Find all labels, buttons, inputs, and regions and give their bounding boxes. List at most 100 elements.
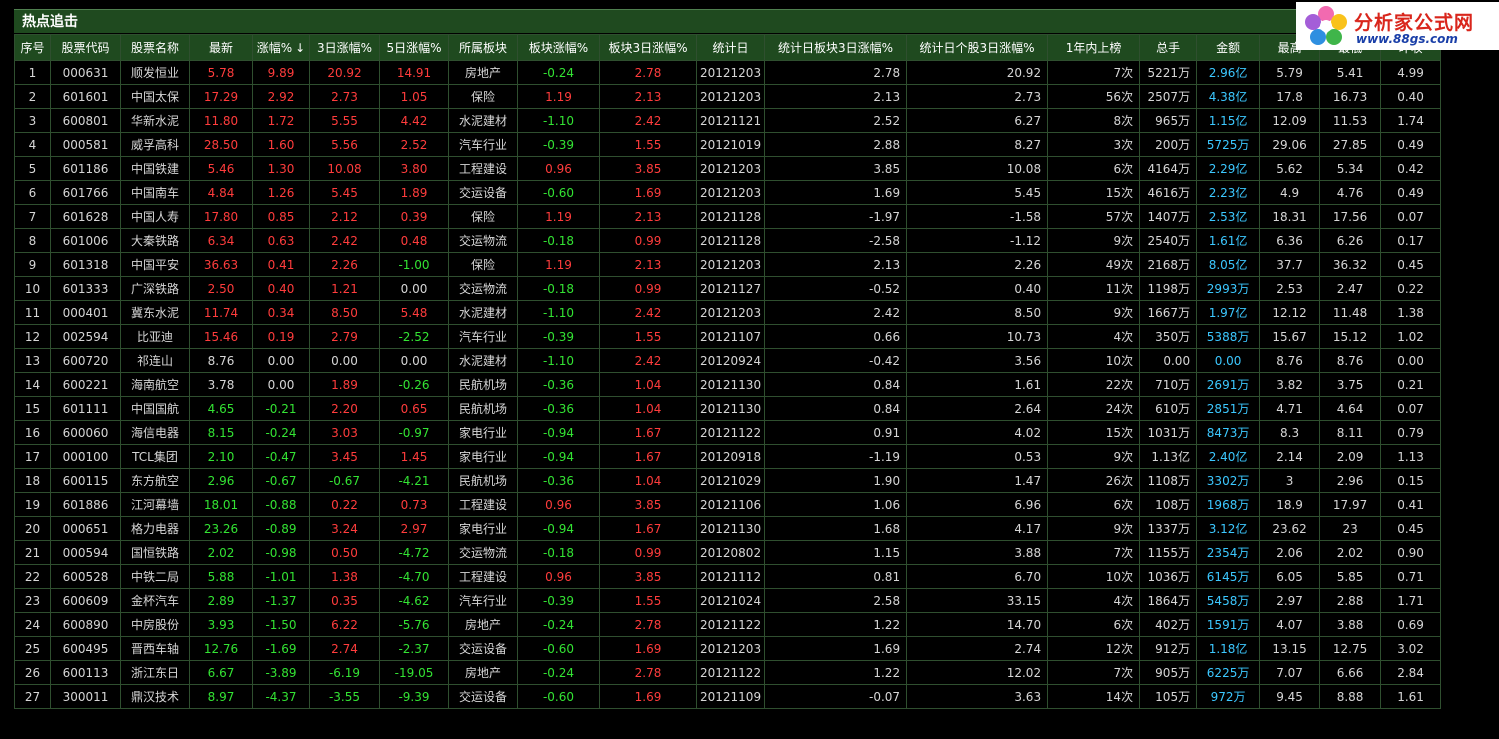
table-row[interactable]: 8 601006 大秦铁路 6.34 0.63 2.42 0.48 交运物流 -0.18 0.99… [14, 228, 1442, 253]
table-cell: 20121203 [695, 300, 766, 325]
table-cell: 2.20 [309, 396, 380, 421]
column-header-2[interactable]: 股票名称 [120, 34, 190, 61]
table-row[interactable]: 3 600801 华新水泥 11.80 1.72 5.55 4.42 水泥建材 -1.10 2.4… [14, 108, 1442, 133]
column-header-label: 金额 [1216, 41, 1241, 55]
table-cell: 2.12 [309, 204, 380, 229]
column-header-3[interactable]: 最新 [189, 34, 253, 61]
column-header-4[interactable]: 涨幅% ↓ [252, 34, 310, 61]
table-row[interactable]: 18 600115 东方航空 2.96 -0.67 -0.67 -4.21 民航机场 -0.36… [14, 468, 1442, 493]
table-cell: 12.02 [906, 660, 1049, 685]
table-row[interactable]: 7 601628 中国人寿 17.80 0.85 2.12 0.39 保险 1.19 2.13 20… [14, 204, 1442, 229]
table-row[interactable]: 23 600609 金杯汽车 2.89 -1.37 0.35 -4.62 汽车行业 -0.39 1… [14, 588, 1442, 613]
table-row[interactable]: 4 000581 威孚高科 28.50 1.60 5.56 2.52 汽车行业 -0.39 1.5… [14, 132, 1442, 157]
table-body: 1 000631 顺发恒业 5.78 9.89 20.92 14.91 房地产 -0.24 2.7… [14, 60, 1442, 709]
column-header-15[interactable]: 金额 [1196, 34, 1261, 61]
table-row[interactable]: 15 601111 中国国航 4.65 -0.21 2.20 0.65 民航机场 -0.36 1.… [14, 396, 1442, 421]
column-header-13[interactable]: 1年内上榜 [1047, 34, 1141, 61]
column-header-0[interactable]: 序号 [14, 34, 51, 61]
table-cell: 22次 [1047, 372, 1141, 397]
table-cell: 1.61 [1380, 684, 1442, 709]
table-cell: 1.72 [252, 108, 310, 133]
table-row[interactable]: 20 000651 格力电器 23.26 -0.89 3.24 2.97 家电行业 -0.94 1… [14, 516, 1442, 541]
column-header-label: 1年内上榜 [1065, 41, 1122, 55]
table-cell: 3.88 [1319, 612, 1382, 637]
table-cell: 20.92 [906, 60, 1049, 85]
table-cell: -0.21 [252, 396, 310, 421]
table-cell: 23.62 [1259, 516, 1321, 541]
column-header-7[interactable]: 所属板块 [448, 34, 518, 61]
logo-url: www.88gs.com [1356, 32, 1458, 46]
table-cell: 300011 [50, 684, 121, 709]
table-cell: 比亚迪 [120, 324, 190, 349]
table-cell: 水泥建材 [448, 108, 518, 133]
table-cell: 601886 [50, 492, 121, 517]
column-header-label: 5日涨幅% [386, 41, 442, 55]
table-row[interactable]: 5 601186 中国铁建 5.46 1.30 10.08 3.80 工程建设 0.96 3.85… [14, 156, 1442, 181]
table-row[interactable]: 26 600113 浙江东日 6.67 -3.89 -6.19 -19.05 房地产 -0.24… [14, 660, 1442, 685]
table-cell: 17 [14, 444, 51, 469]
table-row[interactable]: 25 600495 晋西车轴 12.76 -1.69 2.74 -2.37 交运设备 -0.60… [14, 636, 1442, 661]
table-row[interactable]: 11 000401 冀东水泥 11.74 0.34 8.50 5.48 水泥建材 -1.10 2.… [14, 300, 1442, 325]
table-row[interactable]: 24 600890 中房股份 3.93 -1.50 6.22 -5.76 房地产 -0.24 2.… [14, 612, 1442, 637]
table-cell: 6.70 [906, 564, 1049, 589]
table-row[interactable]: 12 002594 比亚迪 15.46 0.19 2.79 -2.52 汽车行业 -0.39 1.… [14, 324, 1442, 349]
table-cell: 20121128 [695, 228, 766, 253]
table-cell: 6 [14, 180, 51, 205]
table-cell: 3.63 [906, 684, 1049, 709]
table-cell: 20121130 [695, 372, 766, 397]
table-cell: -0.52 [764, 276, 908, 301]
table-cell: 家电行业 [448, 516, 518, 541]
table-cell: 49次 [1047, 252, 1141, 277]
table-cell: 3.78 [189, 372, 253, 397]
table-cell: 600221 [50, 372, 121, 397]
column-header-label: 股票名称 [130, 41, 179, 55]
table-cell: 5.45 [309, 180, 380, 205]
table-cell: 东方航空 [120, 468, 190, 493]
table-cell: 1.55 [599, 132, 697, 157]
table-cell: 2.42 [764, 300, 908, 325]
table-cell: 17.56 [1319, 204, 1382, 229]
column-header-8[interactable]: 板块涨幅% [517, 34, 600, 61]
table-row[interactable]: 6 601766 中国南车 4.84 1.26 5.45 1.89 交运设备 -0.60 1.69… [14, 180, 1442, 205]
table-row[interactable]: 17 000100 TCL集团 2.10 -0.47 3.45 1.45 家电行业 -0.94 1… [14, 444, 1442, 469]
table-cell: -0.18 [517, 540, 600, 565]
column-header-12[interactable]: 统计日个股3日涨幅% [906, 34, 1049, 61]
table-cell: 3.85 [599, 564, 697, 589]
table-row[interactable]: 13 600720 祁连山 8.76 0.00 0.00 0.00 水泥建材 -1.10 2.42… [14, 348, 1442, 373]
table-cell: 4.65 [189, 396, 253, 421]
table-cell: 17.8 [1259, 84, 1321, 109]
column-header-10[interactable]: 统计日 [695, 34, 766, 61]
column-header-9[interactable]: 板块3日涨幅% [599, 34, 697, 61]
table-row[interactable]: 10 601333 广深铁路 2.50 0.40 1.21 0.00 交运物流 -0.18 0.9… [14, 276, 1442, 301]
table-cell: 汽车行业 [448, 324, 518, 349]
column-header-label: 总手 [1156, 41, 1181, 55]
table-cell: 0.49 [1380, 132, 1442, 157]
column-header-11[interactable]: 统计日板块3日涨幅% [764, 34, 908, 61]
table-row[interactable]: 16 600060 海信电器 8.15 -0.24 3.03 -0.97 家电行业 -0.94 1… [14, 420, 1442, 445]
column-header-6[interactable]: 5日涨幅% [379, 34, 449, 61]
table-cell: 23 [14, 588, 51, 613]
table-row[interactable]: 2 601601 中国太保 17.29 2.92 2.73 1.05 保险 1.19 2.13 20… [14, 84, 1442, 109]
column-header-1[interactable]: 股票代码 [50, 34, 121, 61]
table-row[interactable]: 22 600528 中铁二局 5.88 -1.01 1.38 -4.70 工程建设 0.96 3.… [14, 564, 1442, 589]
table-cell: 17.80 [189, 204, 253, 229]
table-cell: -0.60 [517, 684, 600, 709]
table-header-row: 序号 股票代码 股票名称 最新 涨幅% ↓ 3日涨幅% 5日涨幅% 所属板块 板块涨幅% 板块3日涨… [14, 34, 1442, 61]
table-cell: 1.45 [379, 444, 449, 469]
table-cell: 5.46 [189, 156, 253, 181]
table-row[interactable]: 9 601318 中国平安 36.63 0.41 2.26 -1.00 保险 1.19 2.13 2… [14, 252, 1442, 277]
column-header-5[interactable]: 3日涨幅% [309, 34, 380, 61]
table-cell: 家电行业 [448, 420, 518, 445]
table-cell: 9次 [1047, 228, 1141, 253]
table-cell: 37.7 [1259, 252, 1321, 277]
table-row[interactable]: 1 000631 顺发恒业 5.78 9.89 20.92 14.91 房地产 -0.24 2.7… [14, 60, 1442, 85]
table-row[interactable]: 21 000594 国恒铁路 2.02 -0.98 0.50 -4.72 交运物流 -0.18 0… [14, 540, 1442, 565]
table-row[interactable]: 19 601886 江河幕墙 18.01 -0.88 0.22 0.73 工程建设 0.96 3.… [14, 492, 1442, 517]
table-cell: 3次 [1047, 132, 1141, 157]
table-cell: 0.07 [1380, 396, 1442, 421]
table-row[interactable]: 27 300011 鼎汉技术 8.97 -4.37 -3.55 -9.39 交运设备 -0.60… [14, 684, 1442, 709]
table-cell: 顺发恒业 [120, 60, 190, 85]
sort-descending-icon: ↓ [295, 41, 306, 55]
table-row[interactable]: 14 600221 海南航空 3.78 0.00 1.89 -0.26 民航机场 -0.36 1.… [14, 372, 1442, 397]
column-header-14[interactable]: 总手 [1139, 34, 1198, 61]
